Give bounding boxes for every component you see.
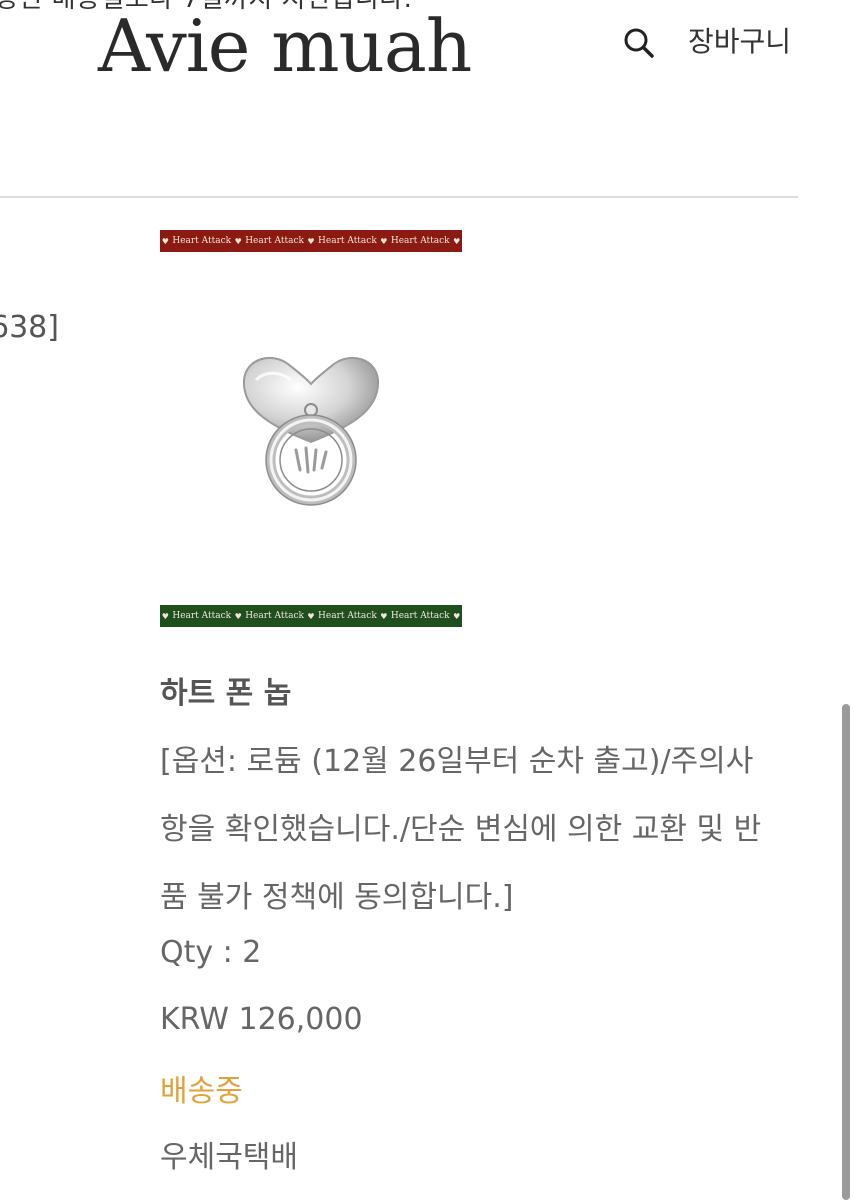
banner-text: Heart Attack	[390, 611, 450, 621]
heart-icon: ♥	[234, 236, 242, 246]
cart-link[interactable]: 장바구니	[688, 20, 791, 60]
product-quantity: Qty : 2	[160, 935, 262, 970]
banner-top: ♥ Heart Attack ♥ Heart Attack ♥ Heart Attack ♥…	[160, 230, 462, 252]
product-image[interactable]	[236, 350, 386, 510]
banner-text: Heart Attack	[318, 236, 377, 246]
banner-text: Heart Attack	[172, 236, 232, 246]
product-price: KRW 126,000	[160, 1002, 363, 1037]
heart-icon: ♥	[234, 611, 242, 621]
product-name[interactable]: 하트 폰 놉	[160, 668, 291, 712]
heart-icon: ♥	[161, 611, 169, 621]
banner-text: Heart Attack	[390, 236, 450, 246]
banner-text: Heart Attack	[245, 236, 304, 246]
shipping-status: 배송중	[160, 1074, 243, 1109]
heart-icon: ♥	[161, 236, 169, 246]
scrollbar[interactable]	[842, 704, 850, 1200]
banner-text: Heart Attack	[318, 611, 377, 621]
site-logo[interactable]: Avie muah	[98, 4, 472, 88]
banner-bottom: ♥ Heart Attack ♥ Heart Attack ♥ Heart Attack ♥…	[160, 605, 462, 627]
heart-icon: ♥	[380, 236, 388, 246]
heart-ring-holder-image	[242, 356, 380, 506]
heart-icon: ♥	[307, 236, 315, 246]
heart-icon: ♥	[453, 611, 461, 621]
header-divider	[0, 196, 798, 198]
order-code: 638]	[0, 310, 59, 345]
shipping-carrier: 우체국택배	[160, 1140, 298, 1175]
product-options: [옵션: 로듐 (12월 26일부터 순차 출고)/주의사항을 확인했습니다./…	[160, 744, 762, 915]
heart-icon: ♥	[453, 236, 461, 246]
heart-icon: ♥	[380, 611, 388, 621]
search-button[interactable]	[620, 24, 660, 64]
search-icon	[624, 28, 654, 58]
banner-text: Heart Attack	[172, 611, 232, 621]
banner-text: Heart Attack	[245, 611, 304, 621]
heart-icon: ♥	[307, 611, 315, 621]
